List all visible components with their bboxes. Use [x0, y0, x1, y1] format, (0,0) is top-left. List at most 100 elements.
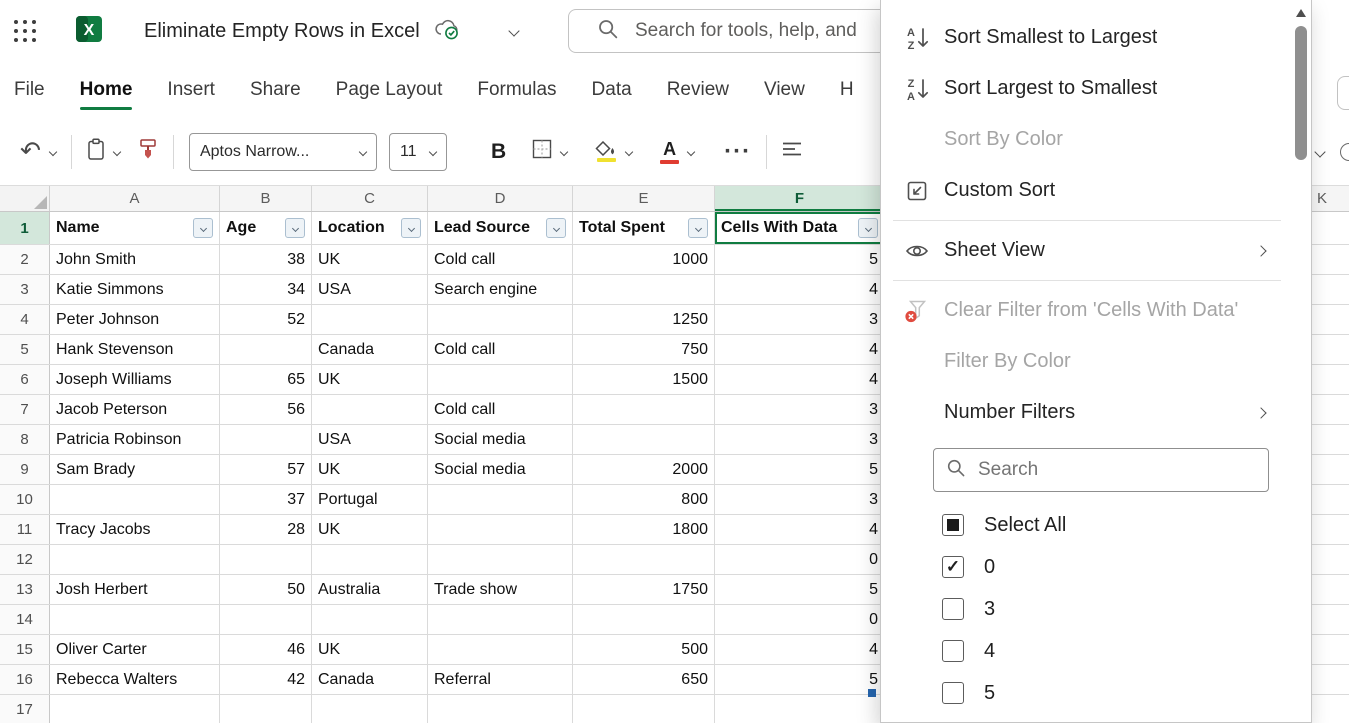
- far-cell[interactable]: [1312, 485, 1349, 515]
- cell-b8[interactable]: [220, 425, 312, 454]
- cell-e17[interactable]: [573, 695, 715, 723]
- cell-b14[interactable]: [220, 605, 312, 634]
- row-number-14[interactable]: 14: [0, 605, 50, 634]
- cell-d17[interactable]: [428, 695, 573, 723]
- borders-chevron-icon[interactable]: [560, 147, 568, 155]
- cell-a7[interactable]: Jacob Peterson: [50, 395, 220, 424]
- column-header-k[interactable]: K: [1312, 186, 1349, 212]
- header-cell-name[interactable]: Name: [50, 212, 220, 244]
- cell-f3[interactable]: 4: [715, 275, 885, 304]
- borders-button[interactable]: [532, 139, 567, 164]
- cell-d15[interactable]: [428, 635, 573, 664]
- row-number-17[interactable]: 17: [0, 695, 50, 723]
- cell-f13[interactable]: 5: [715, 575, 885, 604]
- cell-b10[interactable]: 37: [220, 485, 312, 514]
- cell-e16[interactable]: 650: [573, 665, 715, 694]
- column-header-b[interactable]: B: [220, 186, 312, 211]
- cell-f2[interactable]: 5: [715, 245, 885, 274]
- cell-f10[interactable]: 3: [715, 485, 885, 514]
- checkbox-unchecked-icon[interactable]: [942, 640, 964, 662]
- cell-f6[interactable]: 4: [715, 365, 885, 394]
- far-cell[interactable]: [1312, 575, 1349, 605]
- format-painter-button[interactable]: [138, 138, 158, 166]
- undo-button[interactable]: ↶: [20, 139, 56, 164]
- far-cell[interactable]: [1312, 212, 1349, 245]
- cell-f8[interactable]: 3: [715, 425, 885, 454]
- cell-b4[interactable]: 52: [220, 305, 312, 334]
- cell-f15[interactable]: 4: [715, 635, 885, 664]
- far-cell[interactable]: [1312, 275, 1349, 305]
- cell-d10[interactable]: [428, 485, 573, 514]
- cell-c10[interactable]: Portugal: [312, 485, 428, 514]
- far-cell[interactable]: [1312, 545, 1349, 575]
- filter-menu-scrollbar[interactable]: [1293, 0, 1309, 722]
- filter-button-location[interactable]: [401, 218, 421, 238]
- row-number-5[interactable]: 5: [0, 335, 50, 364]
- scrollbar-up-arrow-icon[interactable]: [1296, 9, 1306, 17]
- cell-a4[interactable]: Peter Johnson: [50, 305, 220, 334]
- title-dropdown-chevron-icon[interactable]: [508, 25, 519, 36]
- cell-c6[interactable]: UK: [312, 365, 428, 394]
- cell-a16[interactable]: Rebecca Walters: [50, 665, 220, 694]
- cell-f11[interactable]: 4: [715, 515, 885, 544]
- paste-button[interactable]: [87, 138, 120, 166]
- cell-e9[interactable]: 2000: [573, 455, 715, 484]
- cell-e11[interactable]: 1800: [573, 515, 715, 544]
- cell-a11[interactable]: Tracy Jacobs: [50, 515, 220, 544]
- far-cell[interactable]: [1312, 335, 1349, 365]
- cell-e8[interactable]: [573, 425, 715, 454]
- filter-button-total-spent[interactable]: [688, 218, 708, 238]
- filter-search-box[interactable]: Search: [933, 448, 1269, 492]
- cell-e7[interactable]: [573, 395, 715, 424]
- tab-home[interactable]: Home: [80, 79, 133, 101]
- cell-b9[interactable]: 57: [220, 455, 312, 484]
- cell-c4[interactable]: [312, 305, 428, 334]
- cell-d4[interactable]: [428, 305, 573, 334]
- cell-b7[interactable]: 56: [220, 395, 312, 424]
- header-cell-cells-with-data[interactable]: Cells With Data: [715, 212, 885, 244]
- cell-f16[interactable]: 5: [715, 665, 885, 694]
- ribbon-right-button-fragment[interactable]: [1337, 76, 1349, 110]
- column-header-c[interactable]: C: [312, 186, 428, 211]
- cell-d5[interactable]: Cold call: [428, 335, 573, 364]
- cell-e10[interactable]: 800: [573, 485, 715, 514]
- saved-status-icon[interactable]: [434, 17, 460, 46]
- scrollbar-thumb[interactable]: [1295, 26, 1307, 160]
- row-number-1[interactable]: 1: [0, 212, 50, 244]
- cell-c8[interactable]: USA: [312, 425, 428, 454]
- cell-b12[interactable]: [220, 545, 312, 574]
- font-color-chevron-icon[interactable]: [687, 147, 695, 155]
- cell-e2[interactable]: 1000: [573, 245, 715, 274]
- far-cell[interactable]: [1312, 605, 1349, 635]
- checkbox-checked-icon[interactable]: ✓: [942, 556, 964, 578]
- menu-item-sort-largest-to-smallest[interactable]: ZASort Largest to Smallest: [881, 63, 1311, 114]
- far-cell[interactable]: [1312, 455, 1349, 485]
- selection-fill-handle[interactable]: [868, 689, 876, 697]
- cell-c12[interactable]: [312, 545, 428, 574]
- cell-c16[interactable]: Canada: [312, 665, 428, 694]
- row-number-15[interactable]: 15: [0, 635, 50, 664]
- cell-d11[interactable]: [428, 515, 573, 544]
- menu-item-custom-sort[interactable]: Custom Sort: [881, 165, 1311, 216]
- row-number-7[interactable]: 7: [0, 395, 50, 424]
- cell-a3[interactable]: Katie Simmons: [50, 275, 220, 304]
- filter-button-lead-source[interactable]: [546, 218, 566, 238]
- cell-b5[interactable]: [220, 335, 312, 364]
- cell-b6[interactable]: 65: [220, 365, 312, 394]
- far-cell[interactable]: [1312, 245, 1349, 275]
- row-number-3[interactable]: 3: [0, 275, 50, 304]
- cell-e12[interactable]: [573, 545, 715, 574]
- cell-c13[interactable]: Australia: [312, 575, 428, 604]
- row-number-13[interactable]: 13: [0, 575, 50, 604]
- cell-f5[interactable]: 4: [715, 335, 885, 364]
- row-number-8[interactable]: 8: [0, 425, 50, 454]
- cell-e13[interactable]: 1750: [573, 575, 715, 604]
- cell-d14[interactable]: [428, 605, 573, 634]
- checkbox-unchecked-icon[interactable]: [942, 682, 964, 704]
- filter-button-cells-with-data[interactable]: [858, 218, 878, 238]
- cell-e6[interactable]: 1500: [573, 365, 715, 394]
- cell-e4[interactable]: 1250: [573, 305, 715, 334]
- cell-a14[interactable]: [50, 605, 220, 634]
- cell-c17[interactable]: [312, 695, 428, 723]
- header-cell-total-spent[interactable]: Total Spent: [573, 212, 715, 244]
